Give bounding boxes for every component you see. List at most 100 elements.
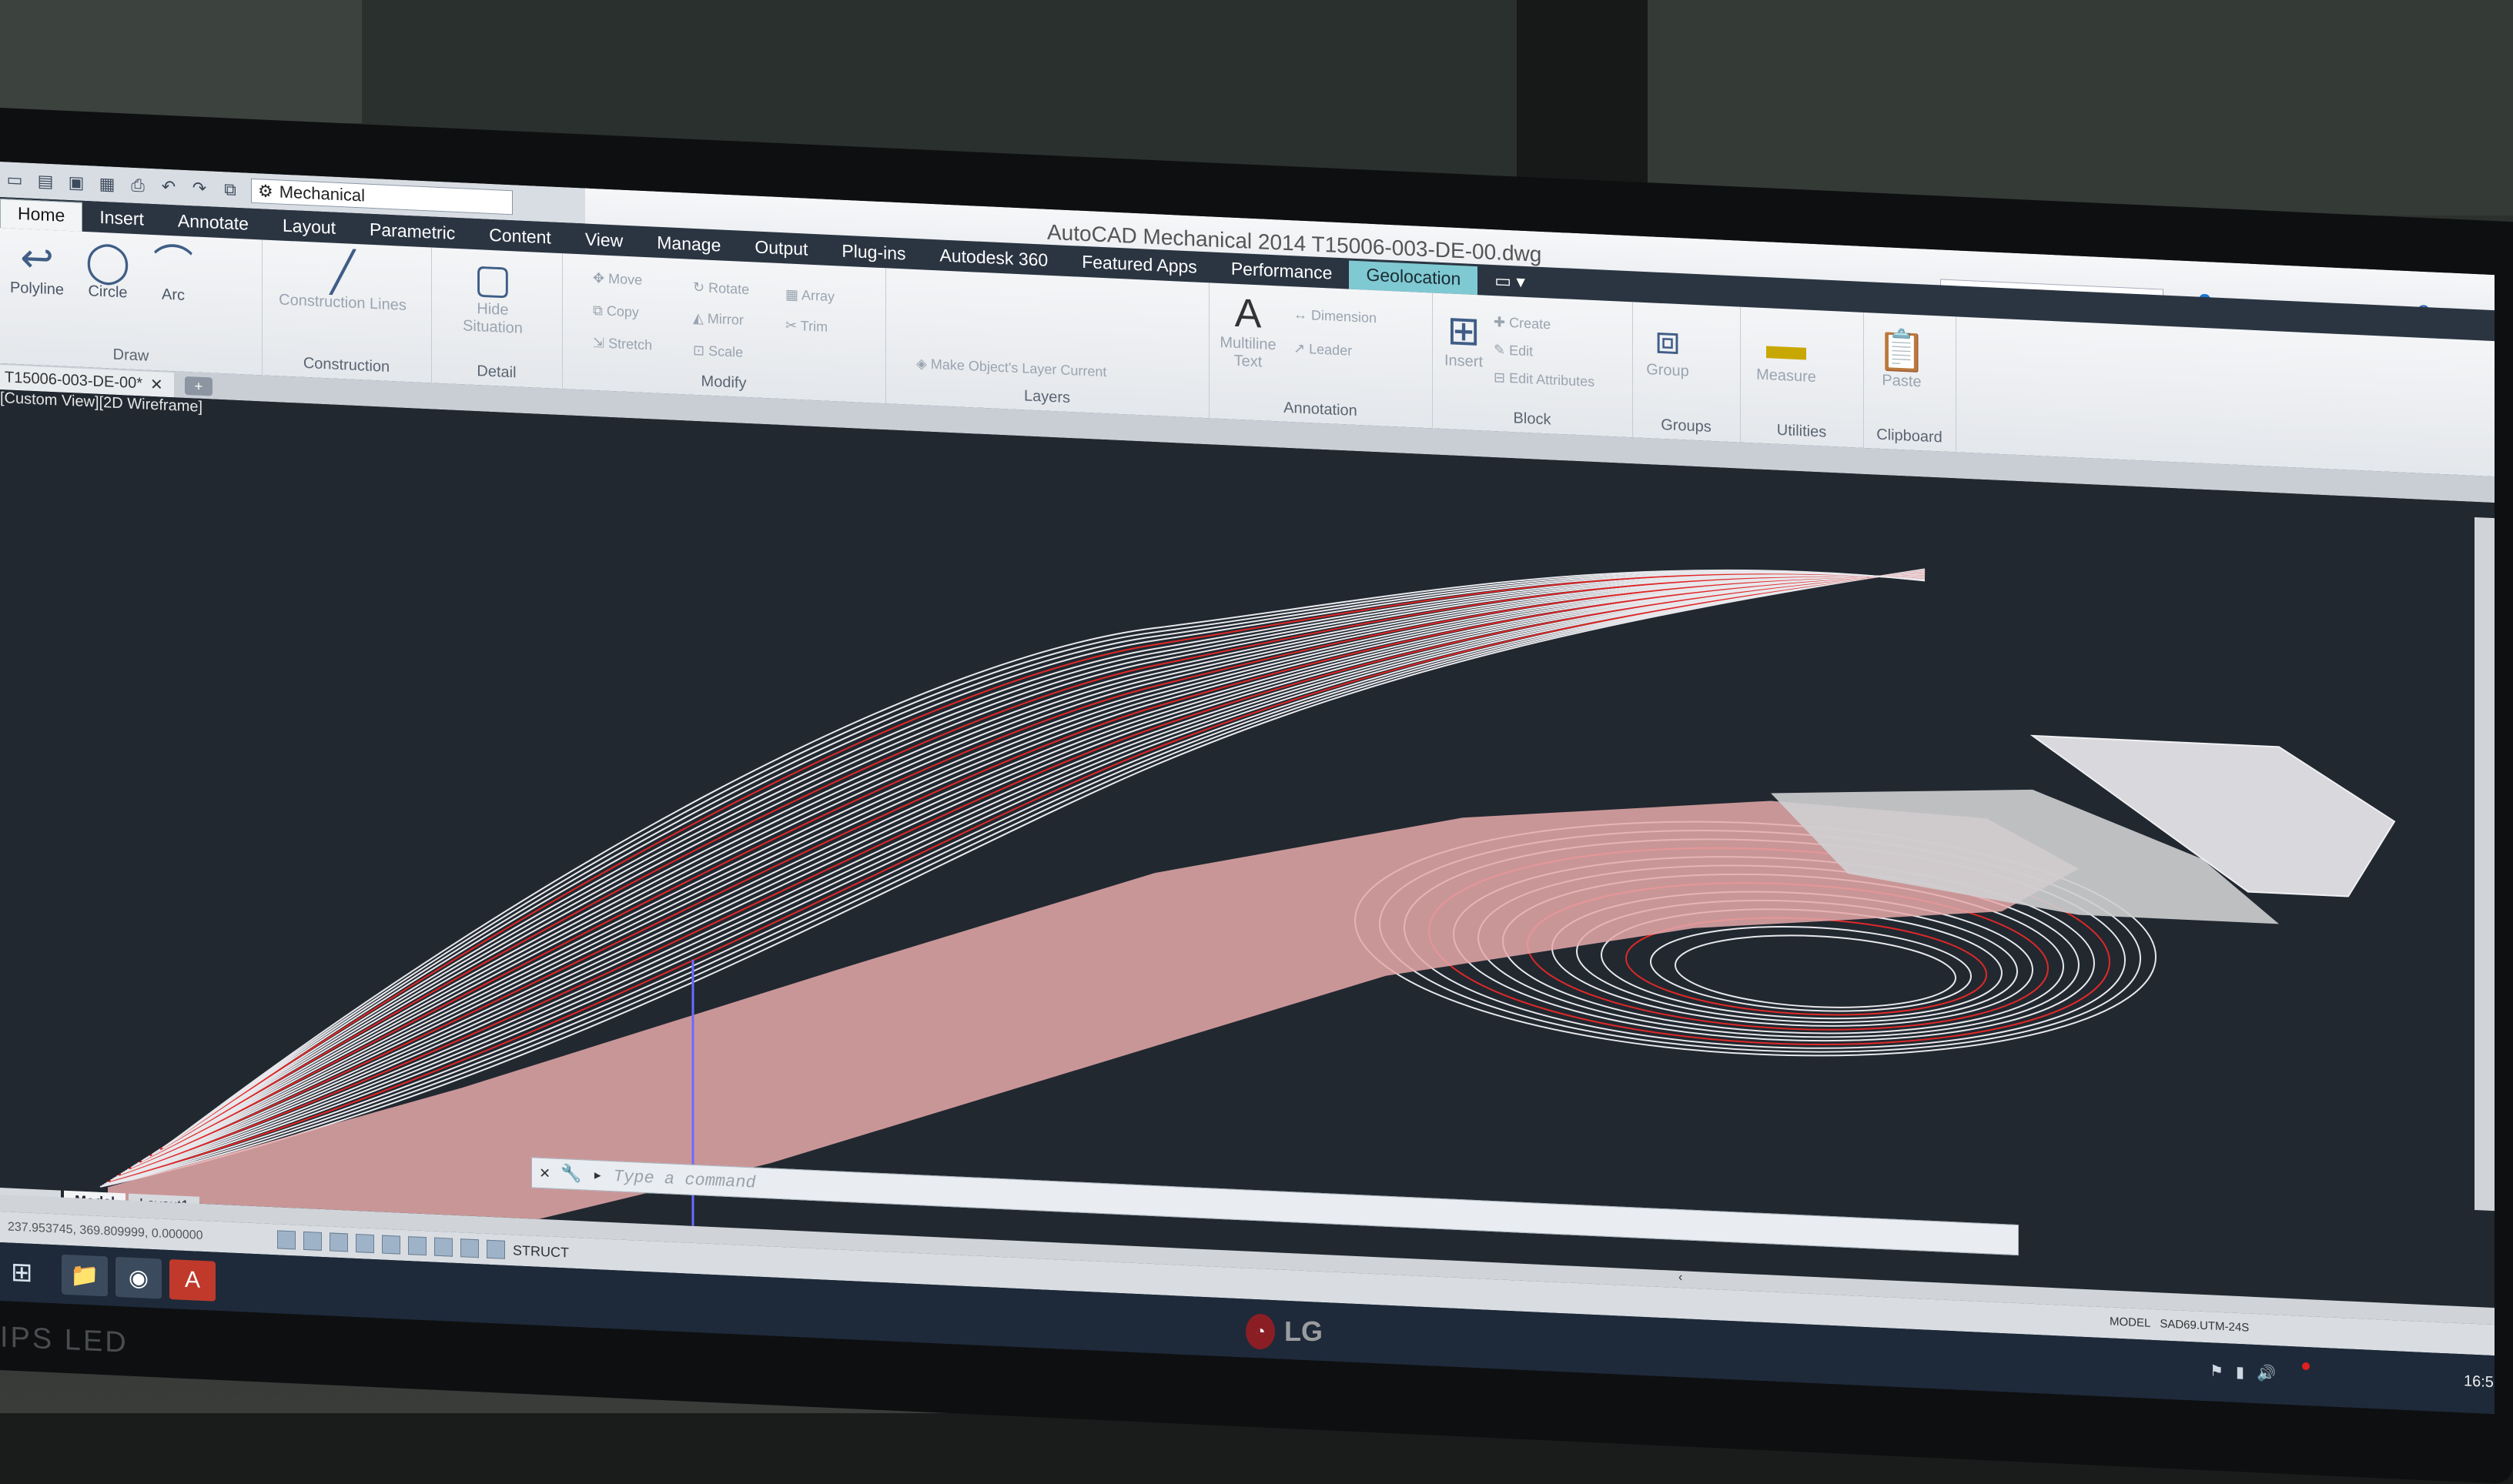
open-icon[interactable]: ▤ <box>35 171 55 192</box>
tab-plug-ins[interactable]: Plug-ins <box>825 237 922 270</box>
mirror-button[interactable]: ◭ Mirror <box>693 310 744 329</box>
edit-block-button[interactable]: ✎ Edit <box>1494 342 1533 359</box>
copy-button[interactable]: ⧉ Copy <box>593 302 639 321</box>
power-led <box>2302 1362 2310 1370</box>
ortho-icon[interactable] <box>330 1232 348 1252</box>
scale-label: Scale <box>708 343 744 360</box>
ribbon-toggle-icon[interactable]: ▭ ▾ <box>1477 266 1542 298</box>
wrench-icon[interactable]: 🔧 <box>560 1164 581 1185</box>
group-icon: ⧈ <box>1655 317 1681 364</box>
stretch-icon: ⇲ <box>593 334 609 351</box>
workspace-icon[interactable]: ⧉ <box>220 179 240 200</box>
close-icon[interactable]: ✕ <box>150 374 163 394</box>
insert-block-icon: ⊞ <box>1447 308 1481 355</box>
multiline-text-label: Multiline Text <box>1220 333 1277 371</box>
array-button[interactable]: ▦ Array <box>785 286 835 305</box>
coordinate-system-label[interactable]: SAD69.UTM-24S <box>2160 1317 2249 1334</box>
create-block-button[interactable]: ✚ Create <box>1494 314 1551 333</box>
polyline-icon: ↩ <box>20 236 54 282</box>
construction-panel-label: Construction <box>303 354 390 376</box>
array-icon: ▦ <box>785 286 802 303</box>
tab-home[interactable]: Home <box>0 199 83 232</box>
scroll-left-icon[interactable]: ‹ <box>1678 1271 1682 1285</box>
vertical-scrollbar[interactable] <box>2475 516 2495 1212</box>
move-button[interactable]: ✥ Move <box>593 270 642 289</box>
arc-button[interactable]: ⌒ Arc <box>146 242 200 306</box>
dimension-button[interactable]: ↔ Dimension <box>1293 306 1377 326</box>
group-button[interactable]: ⧈ Group <box>1637 318 1698 382</box>
panel-construction: ╱ Construction Lines Construction <box>262 239 432 383</box>
windows-start-icon[interactable]: ⊞ <box>11 1257 33 1288</box>
panel-clipboard: 📋 Paste Clipboard <box>1863 312 1956 453</box>
text-icon: A <box>1234 290 1262 337</box>
struct-toggle[interactable]: STRUCT <box>513 1242 569 1261</box>
file-explorer-icon[interactable]: 📁 <box>62 1254 108 1297</box>
chrome-icon[interactable]: ◉ <box>115 1256 162 1299</box>
tab-output[interactable]: Output <box>738 233 825 266</box>
document-tab-label: T15006-003-DE-00* <box>5 368 142 392</box>
trim-button[interactable]: ✂ Trim <box>785 317 828 336</box>
rotate-button[interactable]: ↻ Rotate <box>693 279 749 298</box>
edit-block-icon: ✎ <box>1494 342 1510 359</box>
osnap-icon[interactable] <box>382 1235 400 1255</box>
volume-icon[interactable]: 🔊 <box>2257 1363 2276 1383</box>
leader-icon: ↗ <box>1293 340 1310 357</box>
autocad-icon[interactable]: A <box>169 1258 216 1302</box>
edit-attributes-button[interactable]: ⊟ Edit Attributes <box>1494 369 1594 390</box>
undo-icon[interactable]: ↶ <box>159 176 179 197</box>
trim-icon: ✂ <box>785 317 801 334</box>
circle-button[interactable]: ◯ Circle <box>77 239 139 303</box>
paste-button[interactable]: 📋 Paste <box>1871 328 1932 392</box>
dimension-icon: ↔ <box>1293 306 1312 323</box>
hide-situation-button[interactable]: ▢ Hide Situation <box>447 256 539 338</box>
leader-button[interactable]: ↗ Leader <box>1293 340 1352 359</box>
scale-icon: ⊡ <box>693 342 709 359</box>
panel-groups: ⧈ Group Groups <box>1632 302 1741 443</box>
otrack-icon[interactable] <box>408 1236 427 1256</box>
multiline-text-button[interactable]: A Multiline Text <box>1213 291 1283 373</box>
stretch-button[interactable]: ⇲ Stretch <box>593 335 652 354</box>
clipboard-panel-label: Clipboard <box>1876 426 1942 446</box>
edit-attributes-label: Edit Attributes <box>1509 370 1595 390</box>
tab-annotate[interactable]: Annotate <box>161 206 266 239</box>
tab-insert[interactable]: Insert <box>82 203 161 236</box>
construction-lines-button[interactable]: ╱ Construction Lines <box>277 248 408 315</box>
lineweight-icon[interactable] <box>487 1239 505 1259</box>
grid-icon[interactable] <box>303 1231 322 1251</box>
tab-manage[interactable]: Manage <box>640 229 738 262</box>
tab-layout[interactable]: Layout <box>266 212 353 244</box>
flag-icon[interactable]: ⚑ <box>2210 1361 2224 1381</box>
panel-modify: ✥ Move ↻ Rotate ▦ Array ⧉ Copy ◭ Mirror … <box>562 253 886 404</box>
plot-icon[interactable]: ⎙ <box>128 175 148 196</box>
measure-button[interactable]: ▬ Measure <box>1748 323 1825 387</box>
autocad-screen: ▭ ▤ ▣ ▦ ⎙ ↶ ↷ ⧉ ⚙ Mechanical AutoCAD Mec… <box>0 162 2495 1415</box>
tab-content[interactable]: Content <box>472 221 568 254</box>
new-icon[interactable]: ▭ <box>5 169 25 190</box>
new-tab-icon[interactable]: + <box>185 376 212 396</box>
workspace-value: Mechanical <box>279 182 366 206</box>
command-input[interactable]: Type a command <box>614 1167 756 1192</box>
model-space-toggle[interactable]: MODEL <box>2110 1315 2150 1329</box>
panel-draw: ↩ Polyline ◯ Circle ⌒ Arc Draw <box>0 228 263 376</box>
redo-icon[interactable]: ↷ <box>189 178 209 199</box>
save-icon[interactable]: ▣ <box>66 172 86 193</box>
ducs-icon[interactable] <box>434 1237 453 1257</box>
taskbar-clock[interactable]: 16:52 <box>2464 1372 2495 1392</box>
make-layer-current-button[interactable]: ◈ Make Object's Layer Current <box>916 356 1106 380</box>
tab-view[interactable]: View <box>568 226 640 257</box>
close-icon[interactable]: ✕ <box>540 1163 550 1184</box>
insert-block-button[interactable]: ⊞ Insert <box>1437 308 1491 372</box>
drawing-viewport[interactable]: [Custom View][2D Wireframe] <box>0 389 2495 1309</box>
utilities-panel-label: Utilities <box>1776 421 1827 441</box>
save-as-icon[interactable]: ▦ <box>97 174 117 195</box>
network-icon[interactable]: ▮ <box>2236 1362 2244 1382</box>
polar-icon[interactable] <box>356 1233 374 1254</box>
paste-icon: 📋 <box>1876 327 1927 375</box>
construction-line-icon: ╱ <box>330 249 355 296</box>
create-block-label: Create <box>1509 315 1551 333</box>
scale-button[interactable]: ⊡ Scale <box>693 343 743 361</box>
dyn-icon[interactable] <box>460 1238 479 1258</box>
array-label: Array <box>801 287 835 305</box>
polyline-button[interactable]: ↩ Polyline <box>6 236 68 299</box>
snap-icon[interactable] <box>277 1230 296 1250</box>
